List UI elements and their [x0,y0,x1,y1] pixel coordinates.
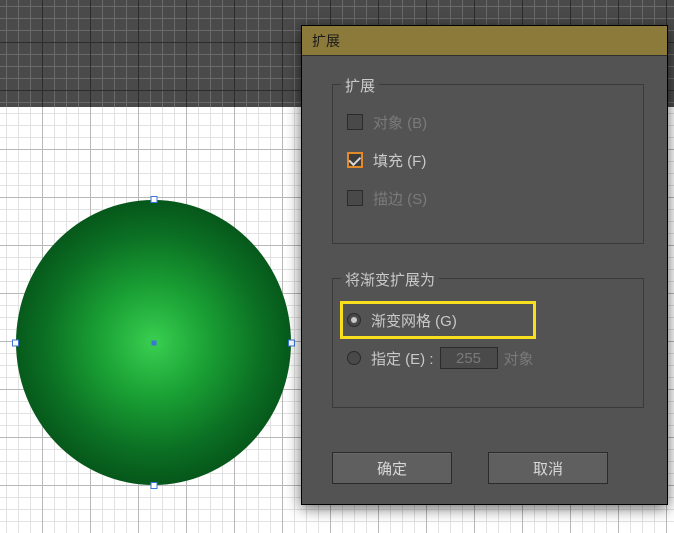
gradient-specify-radio[interactable] [347,351,361,365]
gradient-group-label: 将渐变扩展为 [341,269,439,290]
expand-group: 扩展 对象 (B) 填充 (F) 描边 (S) [332,84,644,244]
selection-handle-center[interactable] [151,340,156,345]
gradient-group: 将渐变扩展为 渐变网格 (G) 指定 (E) : 255 对象 [332,278,644,408]
expand-dialog: 扩展 扩展 对象 (B) 填充 (F) 描边 (S) 将渐变扩展为 渐变网格 (… [301,25,668,505]
selection-handle-bottom[interactable] [150,482,157,489]
expand-fill-label: 填充 (F) [373,150,426,171]
cancel-button[interactable]: 取消 [488,452,608,484]
selection-handle-left[interactable] [12,339,19,346]
expand-object-label: 对象 (B) [373,112,427,133]
expand-stroke-row: 描边 (S) [347,179,629,217]
selection-handle-top[interactable] [150,196,157,203]
gradient-mesh-label: 渐变网格 (G) [371,310,457,331]
gradient-specify-input[interactable]: 255 [440,347,498,369]
expand-stroke-checkbox [347,190,363,206]
gradient-specify-suffix: 对象 [504,348,534,369]
gradient-specify-label: 指定 (E) : [371,348,434,369]
dialog-button-row: 确定 取消 [332,452,608,484]
selected-ellipse[interactable] [16,200,291,485]
expand-fill-checkbox[interactable] [347,152,363,168]
expand-object-row: 对象 (B) [347,103,629,141]
expand-stroke-label: 描边 (S) [373,188,427,209]
expand-fill-row[interactable]: 填充 (F) [347,141,629,179]
gradient-mesh-row[interactable]: 渐变网格 (G) [347,301,629,339]
ok-button[interactable]: 确定 [332,452,452,484]
expand-group-label: 扩展 [341,75,379,96]
expand-object-checkbox [347,114,363,130]
gradient-specify-row[interactable]: 指定 (E) : 255 对象 [347,339,629,377]
gradient-mesh-radio[interactable] [347,313,361,327]
selection-handle-right[interactable] [288,339,295,346]
dialog-title[interactable]: 扩展 [302,26,667,56]
